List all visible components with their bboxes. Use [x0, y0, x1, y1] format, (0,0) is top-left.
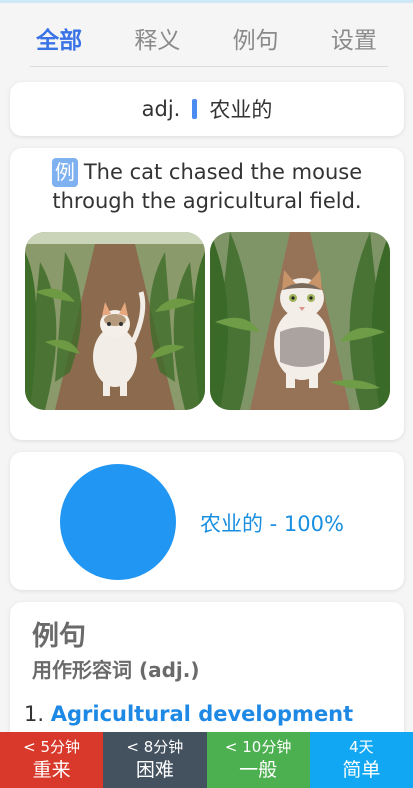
- sentences-title: 例句: [32, 621, 86, 652]
- hard-label: 困难: [135, 759, 174, 781]
- cat-in-field-image-1: [25, 232, 205, 410]
- again-interval: < 5分钟: [23, 738, 81, 756]
- example-badge: 例: [51, 158, 78, 187]
- tab-bar: 全部 释义 例句 设置: [0, 3, 413, 73]
- word-meaning: 农业的: [209, 98, 273, 122]
- good-label: 一般: [239, 759, 278, 781]
- example-sentence: 例 The cat chased the mouse through the ag…: [30, 158, 384, 216]
- separator-bar: [192, 99, 198, 119]
- word-card: adj. 农业的: [10, 82, 404, 136]
- example-image-cat-standing[interactable]: [210, 232, 390, 410]
- again-label: 重来: [32, 759, 71, 781]
- tab-examples[interactable]: 例句: [216, 21, 296, 55]
- tab-definition[interactable]: 释义: [117, 21, 197, 55]
- meaning-chart-card: 农业的 - 100%: [10, 452, 404, 590]
- easy-label: 简单: [342, 759, 381, 781]
- pie-legend-label: 农业的 - 100%: [200, 512, 344, 536]
- sentence-number: 1.: [24, 702, 45, 726]
- part-of-speech: adj.: [141, 97, 181, 121]
- sentences-subtitle: 用作形容词 (adj.): [32, 658, 200, 682]
- example-image-cat-walking[interactable]: [25, 232, 205, 410]
- tab-settings[interactable]: 设置: [314, 21, 394, 55]
- sentence-english[interactable]: Agricultural development: [51, 702, 353, 726]
- good-interval: < 10分钟: [224, 738, 292, 756]
- good-button[interactable]: < 10分钟 一般: [206, 732, 310, 788]
- cat-in-field-image-2: [210, 232, 390, 410]
- tab-divider: [30, 66, 388, 67]
- pie-chart: [60, 464, 176, 580]
- example-card: 例 The cat chased the mouse through the ag…: [10, 148, 404, 440]
- sentence-item: 1. Agricultural development: [24, 702, 353, 726]
- easy-interval: 4天: [349, 738, 374, 756]
- hard-button[interactable]: < 8分钟 困难: [103, 732, 207, 788]
- tab-all[interactable]: 全部: [19, 21, 99, 55]
- review-button-bar: < 5分钟 重来 < 8分钟 困难 < 10分钟 一般 4天 简单: [0, 732, 413, 788]
- example-text: The cat chased the mouse through the agr…: [52, 160, 363, 213]
- again-button[interactable]: < 5分钟 重来: [0, 732, 104, 788]
- pie-slice-agricultural: [60, 464, 176, 580]
- easy-button[interactable]: 4天 简单: [309, 732, 413, 788]
- hard-interval: < 8分钟: [126, 738, 184, 756]
